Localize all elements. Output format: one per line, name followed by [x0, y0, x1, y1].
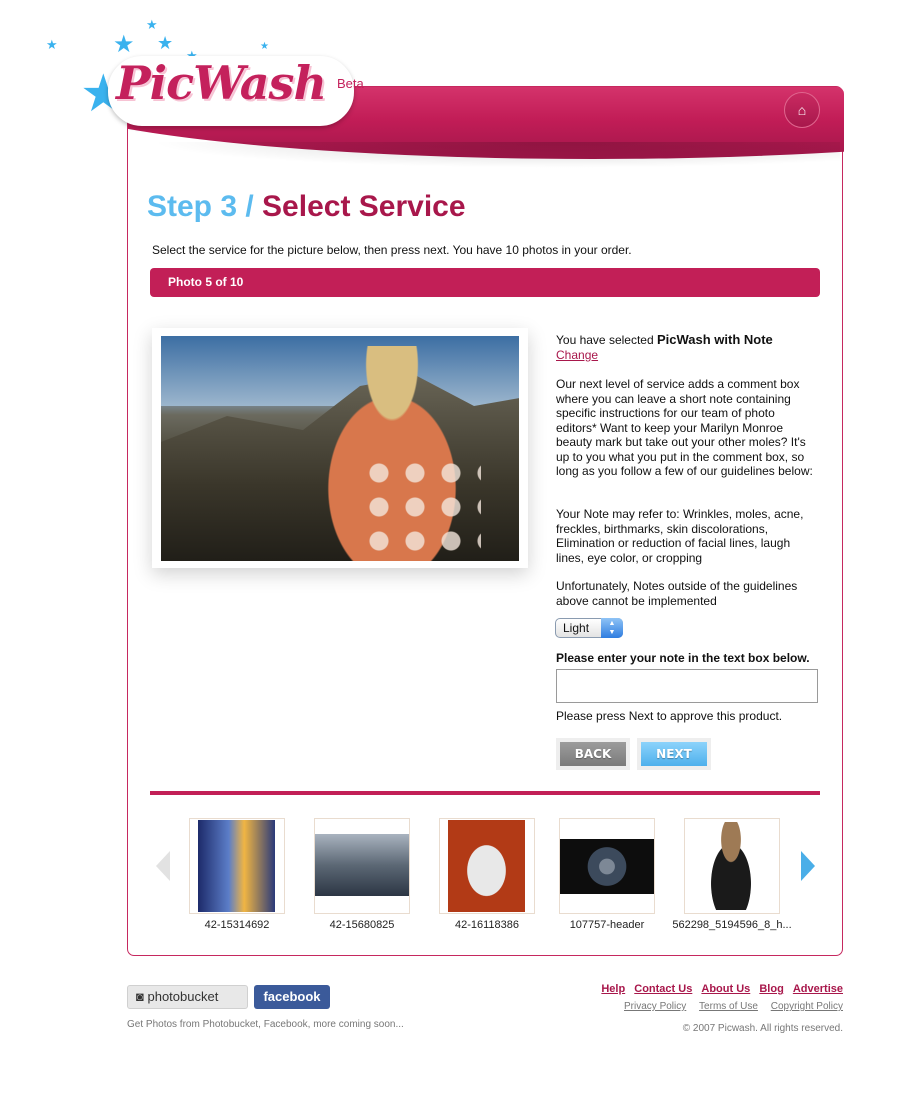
footer-link-contact[interactable]: Contact Us: [634, 983, 692, 995]
footer-link-about[interactable]: About Us: [701, 983, 750, 995]
star-icon: ★: [260, 41, 269, 52]
footer-links: Help Contact Us About Us Blog Advertise: [595, 983, 843, 995]
thumbnail-label: 42-16118386: [454, 919, 520, 931]
facebook-button[interactable]: facebook: [254, 985, 330, 1009]
selected-service: PicWash with Note: [656, 332, 773, 347]
thumbnail-image[interactable]: [198, 820, 275, 912]
change-link[interactable]: Change: [556, 348, 598, 362]
thumbnail-image[interactable]: [700, 822, 762, 910]
footer-link-blog[interactable]: Blog: [759, 983, 783, 995]
thumbnail-label: 42-15314692: [204, 919, 270, 931]
note-label: Please enter your note in the text box b…: [556, 651, 810, 665]
policy-links: Privacy Policy Terms of Use Copyright Po…: [614, 1001, 843, 1012]
photobucket-button[interactable]: ◙ photobucket: [127, 985, 248, 1009]
photo-sources-note: Get Photos from Photobucket, Facebook, m…: [127, 1019, 404, 1030]
photobucket-label: photobucket: [147, 989, 219, 1004]
thumbnail-image[interactable]: [448, 820, 525, 912]
note-textbox[interactable]: [556, 669, 818, 703]
thumbnail-label: 562298_5194596_8_h...: [672, 919, 792, 931]
beta-tag: Beta: [337, 76, 364, 91]
page-title: Step 3 / Select Service: [147, 190, 466, 224]
home-button[interactable]: ⌂: [784, 92, 820, 128]
privacy-policy-link[interactable]: Privacy Policy: [624, 1001, 686, 1012]
thumbnail-label: 42-15680825: [329, 919, 395, 931]
back-button[interactable]: BACK: [560, 742, 626, 766]
star-icon: ★: [113, 31, 135, 58]
thumbnail-image[interactable]: [560, 839, 654, 894]
header-shadow: [150, 142, 840, 168]
selected-photo: [161, 336, 519, 561]
star-icon: ★: [157, 33, 174, 53]
back-button-frame: BACK: [556, 738, 630, 770]
photo-progress-bar: Photo 5 of 10: [150, 268, 820, 297]
step-name: Select Service: [262, 190, 466, 223]
intensity-select-value: Light: [563, 621, 590, 635]
thumbnail-label: 107757-header: [569, 919, 645, 931]
logo[interactable]: PicWash: [116, 56, 327, 110]
instructions: Select the service for the picture below…: [152, 243, 632, 257]
service-description: Our next level of service adds a comment…: [556, 377, 813, 478]
footer-link-help[interactable]: Help: [601, 983, 625, 995]
guidelines-text: Your Note may refer to: Wrinkles, moles,…: [556, 507, 804, 565]
copyright-policy-link[interactable]: Copyright Policy: [771, 1001, 843, 1012]
next-button[interactable]: NEXT: [641, 742, 707, 766]
selection-prefix: You have selected: [556, 333, 654, 347]
star-icon: ★: [46, 37, 58, 52]
next-button-frame: NEXT: [637, 738, 711, 770]
thumbnail-image[interactable]: [315, 834, 409, 896]
copyright: © 2007 Picwash. All rights reserved.: [682, 1023, 843, 1034]
home-icon: ⌂: [797, 102, 807, 118]
carousel-next-arrow-icon[interactable]: [801, 851, 815, 881]
updown-arrows-icon: ▲ ▼: [601, 618, 623, 638]
intensity-select[interactable]: Light ▲ ▼: [555, 618, 623, 638]
footer-link-advertise[interactable]: Advertise: [793, 983, 843, 995]
guidelines-warning: Unfortunately, Notes outside of the guid…: [556, 579, 798, 608]
carousel-prev-arrow-icon[interactable]: [156, 851, 170, 881]
star-icon: ★: [146, 17, 158, 32]
selection-summary: You have selected PicWash with Note Chan…: [556, 332, 818, 362]
terms-link[interactable]: Terms of Use: [699, 1001, 758, 1012]
step-number: Step 3 /: [147, 190, 254, 223]
press-next-text: Please press Next to approve this produc…: [556, 709, 783, 723]
divider: [150, 791, 820, 795]
camera-icon: ◙: [136, 989, 144, 1004]
